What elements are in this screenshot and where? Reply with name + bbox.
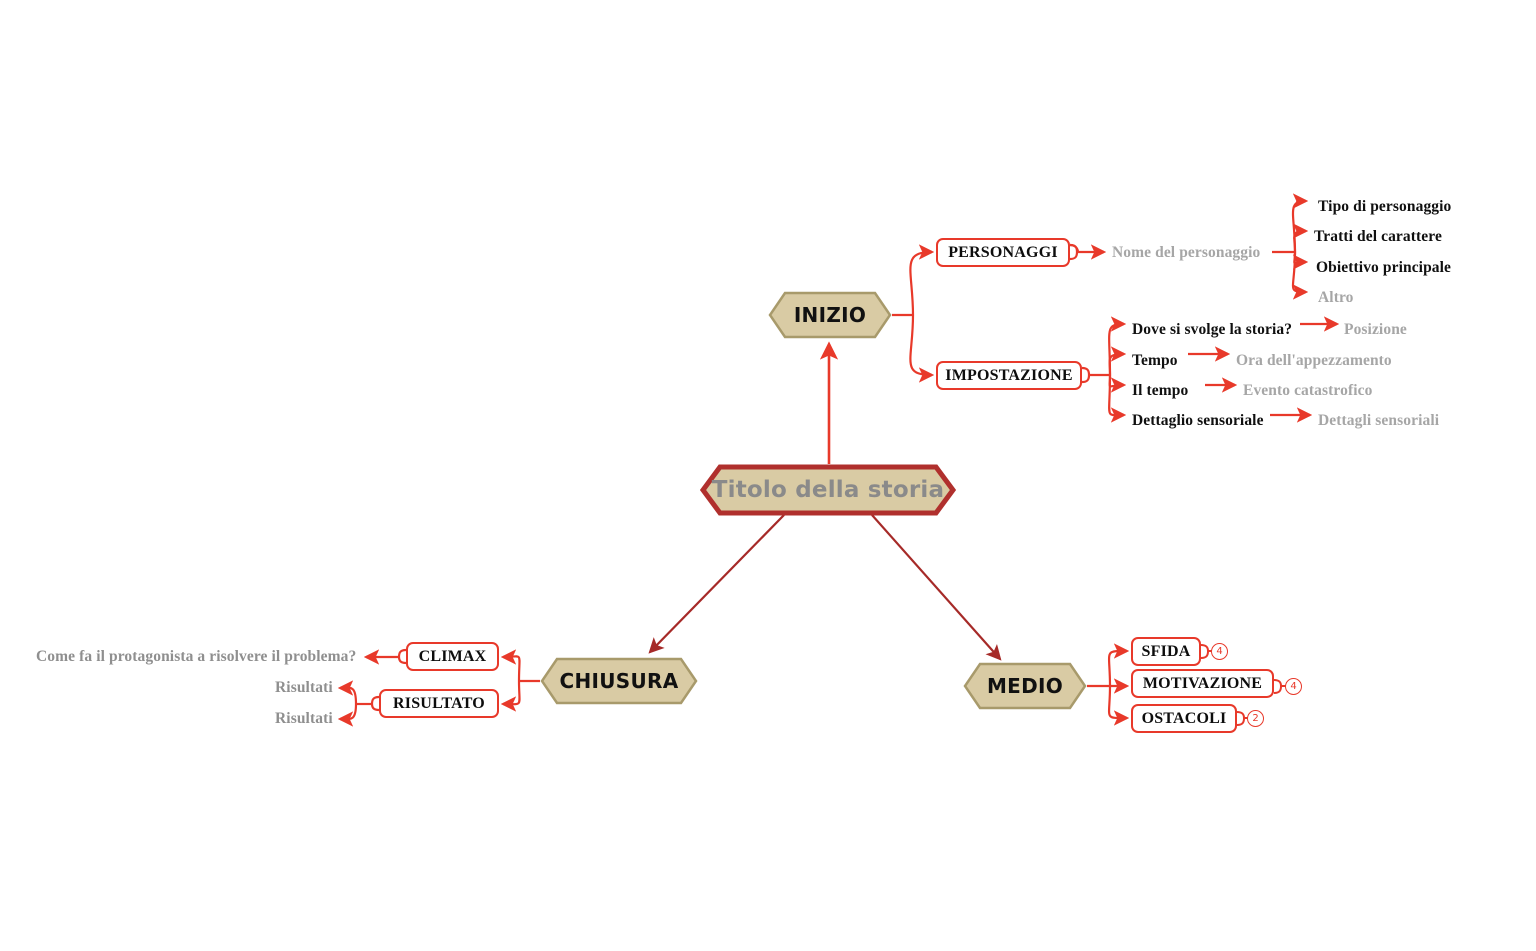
leaf-altro[interactable]: Altro xyxy=(1318,289,1354,307)
leaf-dettagli-sensoriali[interactable]: Dettagli sensoriali xyxy=(1318,412,1439,430)
root-node[interactable]: Titolo della storia xyxy=(700,464,956,516)
badge-ostacoli-count: 2 xyxy=(1247,710,1264,727)
node-ostacoli[interactable]: OSTACOLI xyxy=(1131,704,1237,733)
branch-node-medio[interactable]: MEDIO xyxy=(963,662,1087,710)
leaf-ora-dell-appezzamento[interactable]: Ora dell'appezzamento xyxy=(1236,352,1392,370)
leaf-risultati-1[interactable]: Risultati xyxy=(275,679,333,697)
badge-sfida-count: 4 xyxy=(1211,643,1228,660)
leaf-il-tempo[interactable]: Il tempo xyxy=(1132,382,1188,400)
node-personaggi[interactable]: PERSONAGGI xyxy=(936,238,1070,267)
leaf-dove-si-svolge-la-storia[interactable]: Dove si svolge la storia? xyxy=(1132,321,1292,339)
leaf-come-fa-il-protagonista[interactable]: Come fa il protagonista a risolvere il p… xyxy=(36,648,356,666)
leaf-tipo-di-personaggio[interactable]: Tipo di personaggio xyxy=(1318,198,1451,216)
branch-label-medio: MEDIO xyxy=(986,674,1064,698)
leaf-obiettivo-principale[interactable]: Obiettivo principale xyxy=(1316,259,1451,277)
leaf-nome-del-personaggio[interactable]: Nome del personaggio xyxy=(1112,244,1260,262)
node-sfida[interactable]: SFIDA xyxy=(1131,637,1201,666)
node-impostazione[interactable]: IMPOSTAZIONE xyxy=(936,361,1082,390)
branch-node-chiusura[interactable]: CHIUSURA xyxy=(540,657,698,705)
root-node-label: Titolo della storia xyxy=(711,477,945,503)
branch-label-chiusura: CHIUSURA xyxy=(559,669,679,693)
leaf-posizione[interactable]: Posizione xyxy=(1344,321,1407,339)
mindmap-canvas: Titolo della storia INIZIO PERSONAGGI IM… xyxy=(0,0,1536,951)
leaf-evento-catastrofico[interactable]: Evento catastrofico xyxy=(1243,382,1372,400)
leaf-risultati-2[interactable]: Risultati xyxy=(275,710,333,728)
node-motivazione[interactable]: MOTIVAZIONE xyxy=(1131,669,1274,698)
badge-motivazione-count: 4 xyxy=(1285,678,1302,695)
branch-label-inizio: INIZIO xyxy=(793,303,867,327)
node-risultato[interactable]: RISULTATO xyxy=(379,689,499,718)
node-climax[interactable]: CLIMAX xyxy=(406,642,499,671)
leaf-dettaglio-sensoriale[interactable]: Dettaglio sensoriale xyxy=(1132,412,1264,430)
branch-node-inizio[interactable]: INIZIO xyxy=(768,291,892,339)
leaf-tempo[interactable]: Tempo xyxy=(1132,352,1178,370)
leaf-tratti-del-carattere[interactable]: Tratti del carattere xyxy=(1314,228,1442,246)
